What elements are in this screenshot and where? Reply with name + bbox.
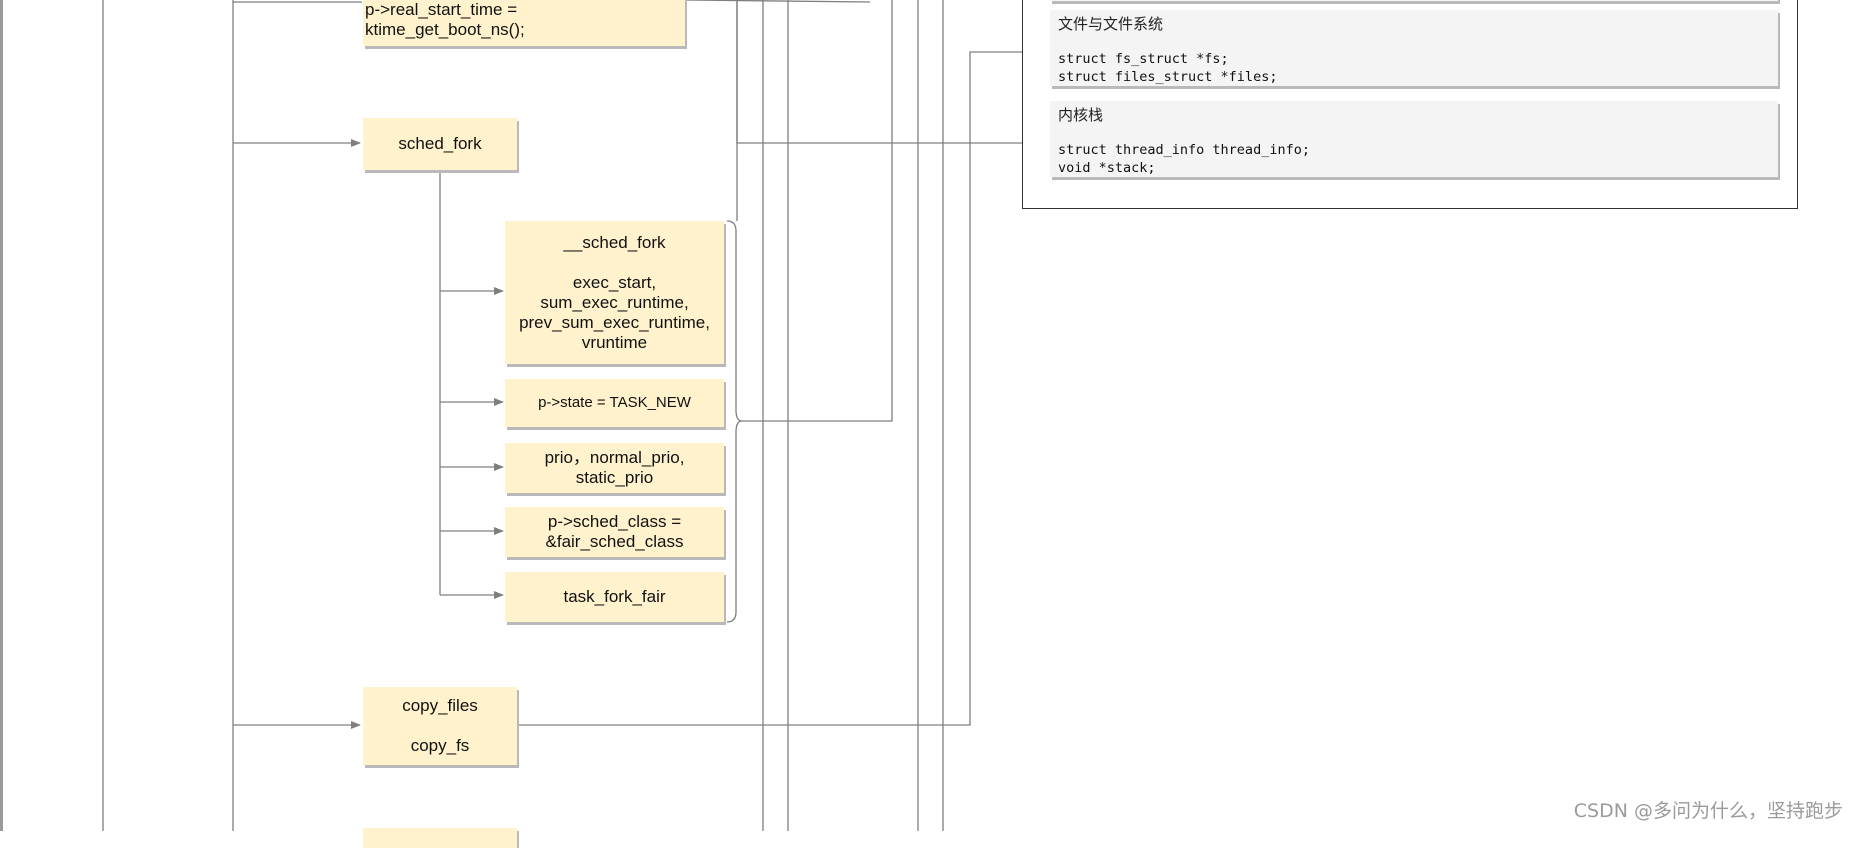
sched-class-line1: p->sched_class = [547,512,682,531]
arrow-to-stack-card [736,0,1046,147]
csdn-watermark: CSDN @多问为什么，坚持跑步 [1573,800,1843,822]
__sched-fork-node: __sched_fork exec_start, sum_exec_runtim… [505,221,724,364]
real-start-line1: p->real_start_time = [365,0,518,19]
real-start-line2: ktime_get_boot_ns(); [365,20,525,39]
__sched-fork-title: __sched_fork [563,232,666,252]
task-state-label: p->state = TASK_NEW [538,394,691,411]
__sched-fork-line: vruntime [581,332,648,352]
fs-code-line: struct fs_struct *fs; [1058,51,1229,67]
fs-card-title: 文件与文件系统 [1058,16,1164,33]
child-brace [726,220,743,623]
__sched-fork-line: exec_start, [572,272,657,292]
stack-card-code: struct thread_info thread_info; void *st… [1058,141,1770,177]
prio-line1: prio，normal_prio, [544,448,685,467]
sched-fork-label: sched_fork [398,134,482,153]
stack-code-line: struct thread_info thread_info; [1058,142,1310,158]
sched-class-node: p->sched_class = &fair_sched_class [505,507,724,557]
fs-card: 文件与文件系统 struct fs_struct *fs; struct fil… [1050,10,1778,86]
prio-line2: static_prio [575,468,654,487]
fs-card-code: struct fs_struct *fs; struct files_struc… [1058,50,1770,86]
task-struct-panel: 文件与文件系统 struct fs_struct *fs; struct fil… [1022,0,1798,209]
copy-files-line2: copy_fs [410,736,470,755]
stack-card: 内核栈 struct thread_info thread_info; void… [1050,101,1778,177]
task-fork-fair-label: task_fork_fair [563,587,666,606]
prio-node: prio，normal_prio, static_prio [505,443,724,493]
stack-card-title: 内核栈 [1058,107,1104,124]
task-fork-fair-node: task_fork_fair [505,572,724,622]
task-state-node: p->state = TASK_NEW [505,379,724,427]
copy-files-node: copy_files copy_fs [363,687,517,765]
fs-code-line: struct files_struct *files; [1058,69,1278,85]
real-start-time-node: p->real_start_time = ktime_get_boot_ns()… [363,0,685,46]
sched-fork-node: sched_fork [363,118,517,170]
__sched-fork-line: sum_exec_runtime, [540,292,689,312]
__sched-fork-line: prev_sum_exec_runtime, [519,312,710,332]
sched-class-line2: &fair_sched_class [545,532,684,551]
copy-files-line1: copy_files [402,696,478,715]
panel-card-top-partial [1050,0,1778,1]
next-node-partial [363,828,517,848]
stack-code-line: void *stack; [1058,160,1156,176]
